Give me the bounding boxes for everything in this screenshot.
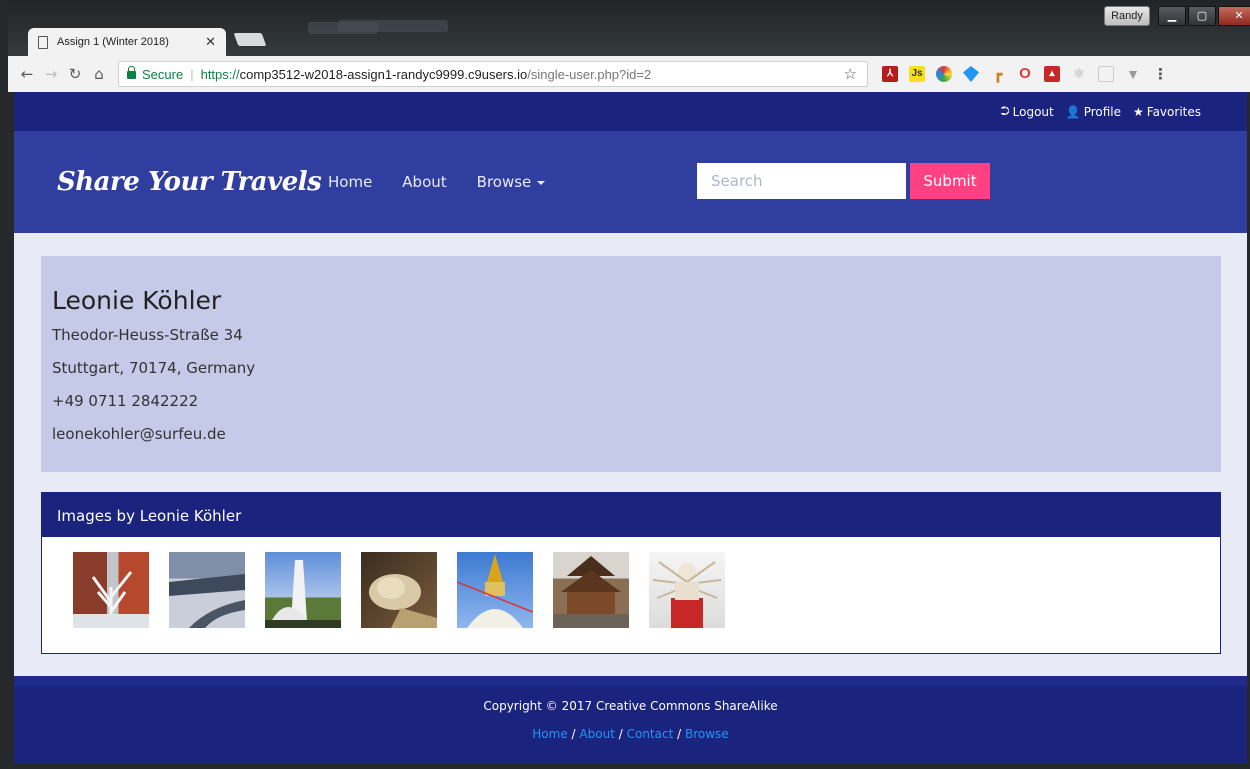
browser-toolbar: ← → ↻ ⌂ Secure | https://comp3512-w2018-… (8, 56, 1250, 92)
url-host: comp3512-w2018-assign1-randyc9999.c9user… (239, 66, 528, 82)
nav-browse-dropdown[interactable]: Browse (477, 173, 546, 191)
nav-home-link[interactable]: Home (328, 173, 372, 191)
close-tab-icon[interactable]: ✕ (205, 34, 216, 50)
reload-icon[interactable]: ↻ (64, 63, 86, 85)
user-name: Leonie Köhler (52, 286, 222, 315)
nav-browse-label: Browse (476, 173, 532, 191)
browser-titlebar: Assign 1 (Winter 2018) ✕ Randy ▁ ▢ ✕ (8, 0, 1250, 56)
brand-logo[interactable]: Share Your Travels (57, 167, 322, 197)
search-input[interactable] (697, 163, 906, 199)
footer-links: Home / About / Contact / Browse (14, 727, 1247, 741)
top-utility-bar: ⮊ Logout 👤 Profile ★ Favorites (14, 92, 1247, 131)
profile-link[interactable]: 👤 Profile (1066, 105, 1121, 119)
footer-link-contact[interactable]: Contact (627, 727, 674, 741)
favorites-label: Favorites (1146, 104, 1201, 119)
user-icon: 👤 (1065, 104, 1081, 119)
footer-separator: / (618, 727, 623, 741)
footer-link-about[interactable]: About (579, 727, 614, 741)
screenshot-extension-icon[interactable] (1098, 66, 1114, 82)
document-icon (38, 35, 48, 49)
forward-arrow-icon[interactable]: → (40, 63, 62, 85)
footer-separator: / (677, 727, 682, 741)
url-scheme: https:// (200, 66, 240, 82)
favorites-link[interactable]: ★ Favorites (1133, 105, 1201, 119)
user-phone: +49 0711 2842222 (52, 392, 199, 410)
footer-separator: / (571, 727, 576, 741)
thumbnail-snowy-tree-building[interactable] (73, 552, 149, 628)
thumbnail-white-monument[interactable] (265, 552, 341, 628)
back-arrow-icon[interactable]: ← (16, 63, 38, 85)
user-city-line: Stuttgart, 70174, Germany (52, 359, 256, 377)
web-page: ⮊ Logout 👤 Profile ★ Favorites Share Your T… (14, 92, 1247, 764)
url-divider: | (190, 66, 194, 82)
secure-label: Secure (142, 66, 184, 82)
js-extension-icon[interactable]: Js (909, 66, 925, 82)
bookmark-star-icon[interactable]: ☆ (844, 65, 857, 83)
blurred-tab (338, 20, 448, 32)
logout-link[interactable]: ⮊ Logout (1001, 104, 1054, 119)
color-picker-extension-icon[interactable] (936, 66, 952, 82)
user-address: Theodor-Heuss-Straße 34 (52, 326, 243, 344)
thumbnail-stupa[interactable] (457, 552, 533, 628)
nav-links: Home About Browse (328, 173, 546, 191)
gem-extension-icon[interactable] (963, 66, 979, 82)
pdf-extension-icon[interactable]: ⅄ (882, 66, 898, 82)
caret-down-icon (537, 180, 546, 185)
window-close-icon[interactable]: ✕ (1218, 6, 1250, 26)
react-extension-icon[interactable]: ⚛ (1071, 66, 1087, 82)
star-icon: ★ (1133, 104, 1144, 119)
nav-about-link[interactable]: About (402, 173, 446, 191)
tab-title: Assign 1 (Winter 2018) (57, 36, 169, 48)
logout-label: Logout (1012, 104, 1054, 119)
browser-menu-icon[interactable]: ⋮ (1153, 65, 1168, 83)
lock-icon (127, 66, 136, 79)
window-controls: ▁ ▢ ✕ (1158, 6, 1250, 28)
images-panel-heading: Images by Leonie Köhler (42, 493, 1220, 537)
footer-link-home[interactable]: Home (532, 727, 567, 741)
profile-label: Profile (1083, 104, 1122, 119)
opera-extension-icon[interactable]: O (1017, 66, 1033, 82)
thumbnail-list (42, 537, 1220, 628)
browser-profile-button[interactable]: Randy (1104, 6, 1150, 26)
footer-link-browse[interactable]: Browse (685, 727, 729, 741)
main-navbar: Share Your Travels Home About Browse Sub… (14, 131, 1247, 233)
thumbnail-nepal-temple[interactable] (553, 552, 629, 628)
address-bar[interactable]: Secure | https://comp3512-w2018-assign1-… (118, 61, 868, 87)
submit-button[interactable]: Submit (910, 163, 990, 199)
user-info-card: Leonie Köhler Theodor-Heuss-Straße 34 St… (41, 256, 1221, 472)
minimize-icon[interactable]: ▁ (1158, 6, 1186, 26)
thumbnail-many-armed-statue[interactable] (649, 552, 725, 628)
thumbnail-snowy-road[interactable] (169, 552, 245, 628)
page-footer: Copyright © 2017 Creative Commons ShareA… (14, 676, 1247, 764)
browser-tab-active[interactable]: Assign 1 (Winter 2018) ✕ (28, 28, 226, 56)
mail-extension-icon[interactable]: ▴ (1044, 66, 1060, 82)
url-path: /single-user.php?id=2 (527, 66, 652, 82)
hammer-extension-icon[interactable]: ┏ (990, 66, 1006, 82)
browser-window: Assign 1 (Winter 2018) ✕ Randy ▁ ▢ ✕ ← →… (0, 0, 1250, 769)
user-email: leonekohler@surfeu.de (52, 425, 226, 443)
new-tab-button[interactable] (233, 33, 267, 46)
maximize-icon[interactable]: ▢ (1188, 6, 1216, 26)
extension-icons: ⅄ Js ┏ O ▴ ⚛ ▼ (882, 66, 1141, 82)
home-icon[interactable]: ⌂ (88, 63, 110, 85)
logout-icon: ⮊ (1000, 104, 1010, 118)
thumbnail-reclining-buddha[interactable] (361, 552, 437, 628)
copyright-text: Copyright © 2017 Creative Commons ShareA… (483, 699, 778, 713)
vue-extension-icon[interactable]: ▼ (1125, 66, 1141, 82)
user-images-panel: Images by Leonie Köhler (41, 492, 1221, 654)
